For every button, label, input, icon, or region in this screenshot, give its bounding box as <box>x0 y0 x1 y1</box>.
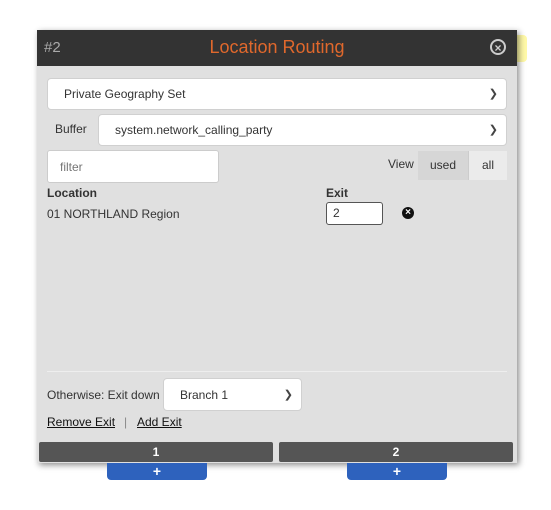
exit-tab-1[interactable]: 1 <box>39 442 273 462</box>
close-icon[interactable]: × <box>490 39 506 55</box>
panel-header: #2 Location Routing × <box>37 30 517 66</box>
view-label: View <box>388 157 414 171</box>
geography-set-select[interactable]: Private Geography Set ❯ <box>47 78 507 110</box>
remove-row-icon[interactable]: × <box>402 207 414 219</box>
buffer-select[interactable]: system.network_calling_party ❯ <box>98 114 507 146</box>
filter-input[interactable] <box>47 150 219 183</box>
add-exit-1-button[interactable]: + <box>107 463 207 480</box>
view-all-button[interactable]: all <box>468 151 507 180</box>
remove-exit-link[interactable]: Remove Exit <box>47 415 115 429</box>
chevron-down-icon: ❯ <box>283 389 293 401</box>
otherwise-value: Branch 1 <box>180 388 229 402</box>
chevron-down-icon: ❯ <box>488 124 498 136</box>
location-routing-panel: #2 Location Routing × Private Geography … <box>37 30 517 463</box>
location-name: 01 NORTHLAND Region <box>47 207 180 221</box>
buffer-value: system.network_calling_party <box>115 123 273 137</box>
panel-title: Location Routing <box>209 37 345 57</box>
exit-input[interactable]: 2 <box>326 202 383 225</box>
buffer-label: Buffer <box>55 122 87 136</box>
link-separator: | <box>124 415 128 429</box>
add-exit-link[interactable]: Add Exit <box>137 415 182 429</box>
divider <box>47 371 507 372</box>
exit-header: Exit <box>326 186 349 200</box>
otherwise-label: Otherwise: Exit down <box>47 388 160 402</box>
add-exit-2-button[interactable]: + <box>347 463 447 480</box>
view-used-button[interactable]: used <box>418 151 468 180</box>
location-header: Location <box>47 186 97 200</box>
chevron-down-icon: ❯ <box>488 88 498 100</box>
exit-tab-2[interactable]: 2 <box>279 442 513 462</box>
otherwise-select[interactable]: Branch 1 ❯ <box>163 378 302 411</box>
geography-set-value: Private Geography Set <box>64 87 186 101</box>
